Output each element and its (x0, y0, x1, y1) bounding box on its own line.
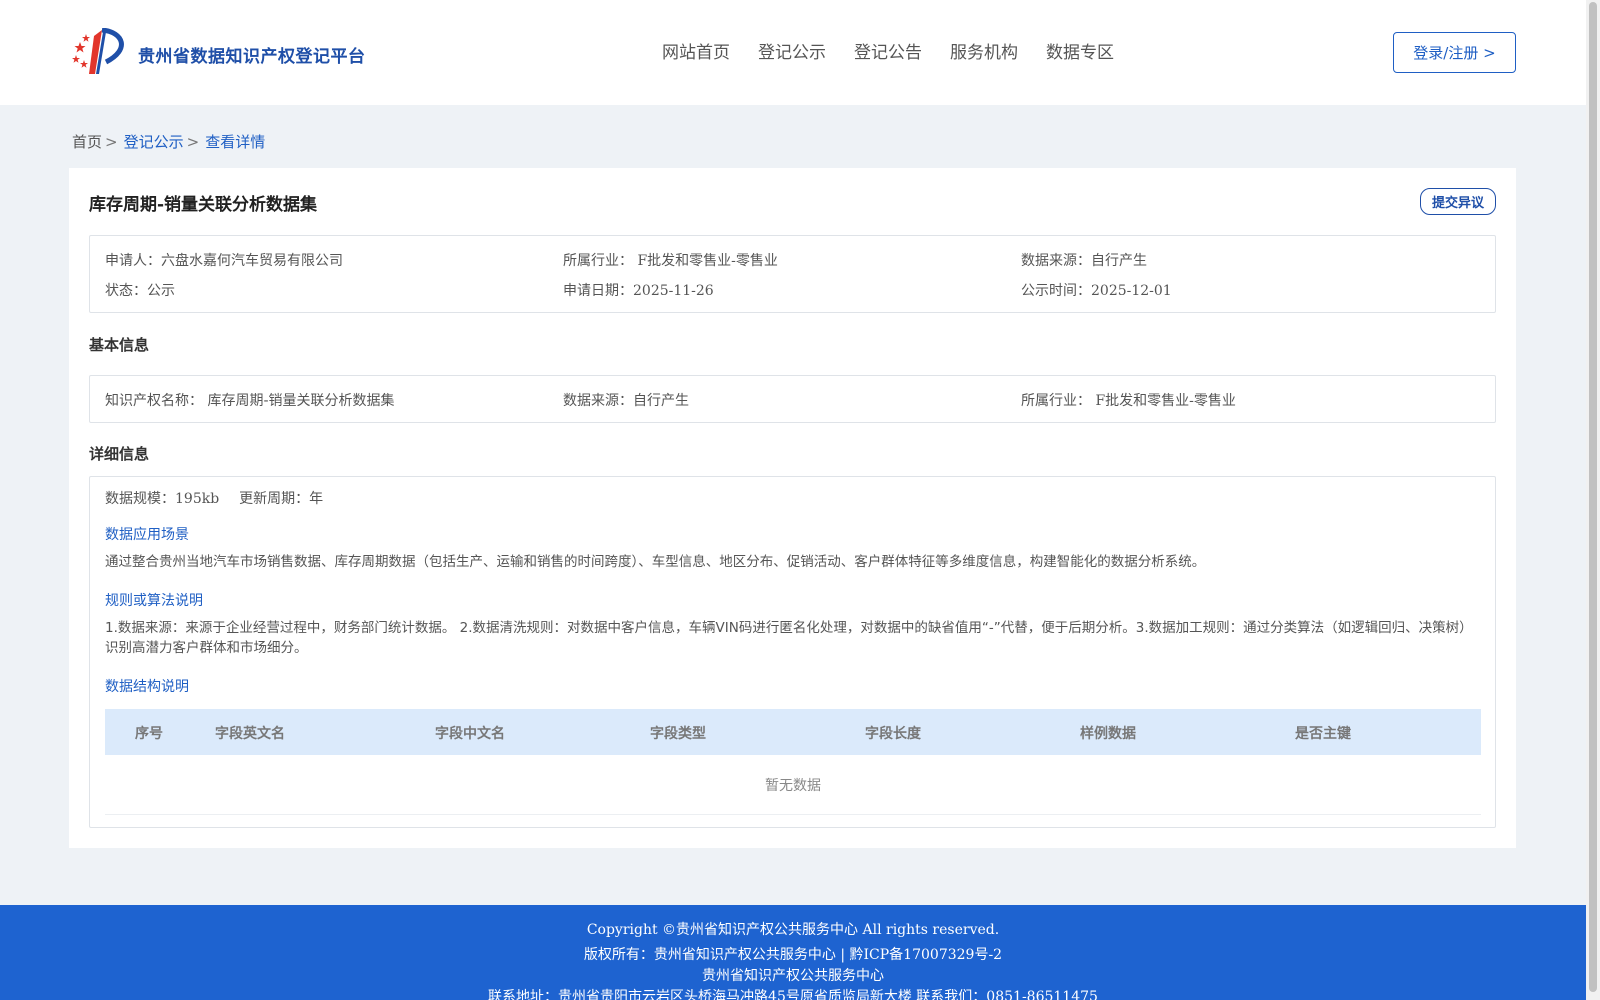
basic-source-label: 数据来源： (563, 393, 633, 409)
nav-item-service-agencies[interactable]: 服务机构 (950, 38, 1018, 63)
cycle-value: 年 (309, 491, 324, 507)
detail-card: 库存周期-销量关联分析数据集 提交异议 申请人：六盘水嘉何汽车贸易有限公司 所属… (69, 168, 1516, 848)
basic-industry-value: F批发和零售业-零售业 (1095, 393, 1236, 409)
applicant-field: 申请人：六盘水嘉何汽车贸易有限公司 (105, 250, 343, 270)
column-header-field-en-name: 字段英文名 (215, 726, 285, 742)
submit-objection-button[interactable]: 提交异议 (1420, 188, 1496, 215)
footer-contact: 联系地址：贵州省贵阳市云岩区头桥海马冲路45号原省质监局新大楼 联系我们：085… (488, 989, 1098, 1000)
column-header-sample-data: 样例数据 (1080, 726, 1136, 742)
column-header-field-cn-name: 字段中文名 (435, 726, 505, 742)
basic-info-title: 基本信息 (89, 336, 150, 354)
publish-time-field: 公示时间：2025-12-01 (1021, 280, 1172, 300)
site-header: 贵州省数据知识产权登记平台 网站首页 登记公示 登记公告 服务机构 数据专区 登… (0, 0, 1586, 105)
ip-name-value: 库存周期-销量关联分析数据集 (207, 393, 395, 409)
basic-industry-label: 所属行业： (1021, 393, 1091, 409)
status-value: 公示 (147, 283, 175, 299)
page-scrollbar[interactable] (1586, 0, 1600, 1000)
detail-info-title: 详细信息 (89, 445, 150, 463)
breadcrumb-current: 查看详情 (205, 133, 266, 151)
basic-source-value: 自行产生 (633, 393, 689, 409)
site-title[interactable]: 贵州省数据知识产权登记平台 (138, 42, 366, 67)
basic-source-field: 数据来源：自行产生 (563, 390, 689, 410)
rules-title: 规则或算法说明 (105, 593, 203, 609)
industry-label: 所属行业： (563, 253, 633, 269)
breadcrumb-separator: > (186, 133, 200, 151)
applicant-label: 申请人： (105, 253, 161, 269)
column-header-primary-key: 是否主键 (1295, 726, 1351, 742)
column-header-field-length: 字段长度 (865, 726, 921, 742)
cycle-label: 更新周期： (239, 491, 310, 507)
footer-copyright: Copyright ©贵州省知识产权公共服务中心 All rights rese… (586, 922, 1000, 938)
footer-org: 贵州省知识产权公共服务中心 (702, 968, 884, 984)
main-nav: 网站首页 登记公示 登记公告 服务机构 数据专区 (662, 38, 1142, 63)
ip-name-field: 知识产权名称： 库存周期-销量关联分析数据集 (105, 390, 395, 410)
detail-info-box: 数据规模：195kb 更新周期：年 数据应用场景 通过整合贵州当地汽车市场销售数据… (89, 476, 1496, 828)
nav-item-data-zone[interactable]: 数据专区 (1046, 38, 1114, 63)
nav-item-registration-announcement[interactable]: 登记公告 (854, 38, 922, 63)
source-value: 自行产生 (1091, 253, 1147, 269)
applicant-value: 六盘水嘉何汽车贸易有限公司 (161, 253, 343, 269)
basic-info-box: 知识产权名称： 库存周期-销量关联分析数据集 数据来源：自行产生 所属行业： F… (89, 375, 1496, 423)
column-header-field-type: 字段类型 (650, 726, 706, 742)
industry-field: 所属行业： F批发和零售业-零售业 (563, 250, 778, 270)
publish-time-label: 公示时间： (1021, 283, 1091, 299)
scale-cycle-field: 数据规模：195kb 更新周期：年 (105, 488, 323, 508)
nav-item-home[interactable]: 网站首页 (662, 38, 730, 63)
structure-title: 数据结构说明 (105, 679, 189, 695)
footer-owner[interactable]: 版权所有：贵州省知识产权公共服务中心 | 黔ICP备17007329号-2 (0, 944, 1586, 964)
platform-logo-icon[interactable] (72, 28, 132, 78)
scale-label: 数据规模： (105, 491, 175, 507)
apply-date-label: 申请日期： (563, 283, 633, 299)
site-footer: Copyright ©贵州省知识产权公共服务中心 All rights rese… (0, 905, 1586, 1000)
apply-date-value: 2025-11-26 (633, 283, 714, 299)
publish-time-value: 2025-12-01 (1091, 283, 1172, 299)
source-label: 数据来源： (1021, 253, 1091, 269)
apply-date-field: 申请日期：2025-11-26 (563, 280, 714, 300)
rules-text: 1.数据来源：来源于企业经营过程中，财务部门统计数据。 2.数据清洗规则：对数据… (105, 620, 1473, 656)
industry-value: F批发和零售业-零售业 (637, 253, 778, 269)
scenario-text: 通过整合贵州当地汽车市场销售数据、库存周期数据（包括生产、运输和销售的时间跨度）… (105, 554, 1206, 570)
breadcrumb-separator: > (105, 133, 118, 151)
ip-name-label: 知识产权名称： (105, 393, 203, 409)
structure-table-header: 序号 字段英文名 字段中文名 字段类型 字段长度 样例数据 是否主键 (105, 709, 1481, 755)
login-register-button[interactable]: 登录/注册 > (1393, 32, 1516, 73)
breadcrumb: 首页 > 登记公示 > 查看详情 (72, 131, 265, 152)
nav-item-registration-publicity[interactable]: 登记公示 (758, 38, 826, 63)
scale-value: 195kb (175, 491, 220, 507)
status-field: 状态：公示 (105, 280, 175, 300)
breadcrumb-registration-publicity[interactable]: 登记公示 (124, 133, 184, 151)
scenario-title: 数据应用场景 (105, 527, 189, 543)
column-header-index: 序号 (135, 726, 163, 742)
scrollbar-thumb[interactable] (1589, 2, 1597, 992)
basic-industry-field: 所属行业： F批发和零售业-零售业 (1021, 390, 1236, 410)
summary-box: 申请人：六盘水嘉何汽车贸易有限公司 所属行业： F批发和零售业-零售业 数据来源… (89, 235, 1496, 313)
status-label: 状态： (105, 283, 147, 299)
source-field: 数据来源：自行产生 (1021, 250, 1147, 270)
record-title: 库存周期-销量关联分析数据集 (89, 195, 318, 215)
breadcrumb-home[interactable]: 首页 (72, 133, 102, 151)
table-empty-row: 暂无数据 (105, 755, 1481, 815)
